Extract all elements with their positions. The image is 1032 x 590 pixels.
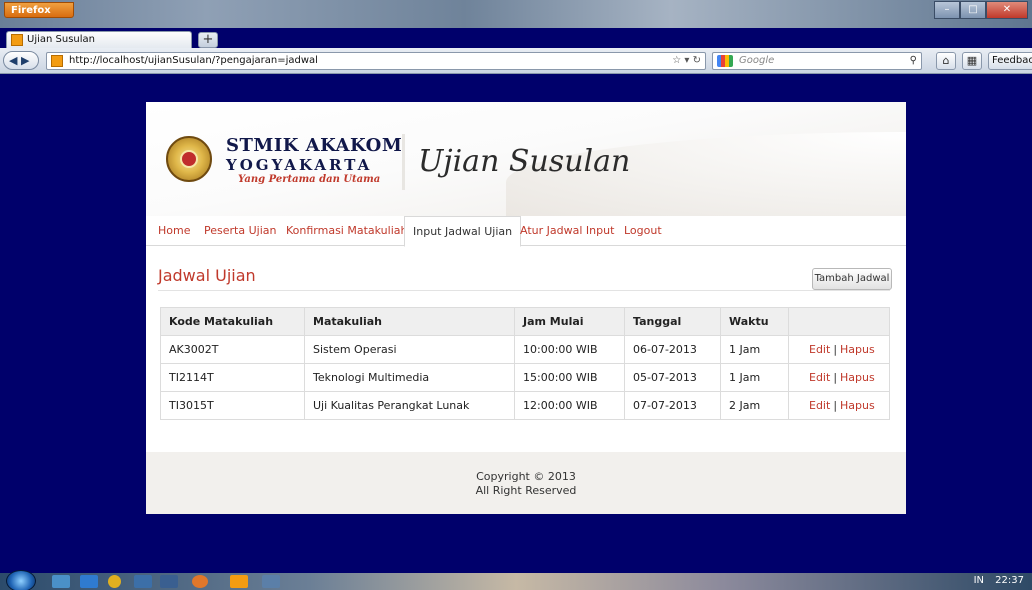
- search-icon[interactable]: ⚲: [910, 53, 917, 69]
- cell-matakuliah: Teknologi Multimedia: [304, 363, 515, 392]
- cell-waktu: 2 Jam: [720, 391, 789, 420]
- table-row: AK3002T Sistem Operasi 10:00:00 WIB 06-0…: [160, 335, 890, 364]
- header-divider: [402, 134, 405, 190]
- app3-taskbar-icon[interactable]: [262, 575, 280, 588]
- tab-title: Ujian Susulan: [27, 34, 95, 45]
- forward-arrow-icon[interactable]: ▶: [21, 54, 29, 67]
- cell-matakuliah: Sistem Operasi: [304, 335, 515, 364]
- window-controls: – □ ✕: [934, 1, 1028, 19]
- hapus-link[interactable]: Hapus: [840, 399, 875, 412]
- page-title: Jadwal Ujian: [158, 266, 256, 285]
- explorer-taskbar-icon[interactable]: [52, 575, 70, 588]
- feedback-button[interactable]: Feedback: [988, 52, 1032, 70]
- menu-peserta-ujian[interactable]: Peserta Ujian: [196, 216, 284, 246]
- cell-waktu: 1 Jam: [720, 335, 789, 364]
- site-header: STMIK AKAKOM YOGYAKARTA Yang Pertama dan…: [146, 102, 906, 216]
- col-kode: Kode Matakuliah: [160, 307, 305, 336]
- search-bar[interactable]: Google ⚲: [712, 52, 922, 70]
- jadwal-table: Kode Matakuliah Matakuliah Jam Mulai Tan…: [160, 307, 890, 420]
- col-tanggal: Tanggal: [624, 307, 721, 336]
- home-icon[interactable]: ⌂: [936, 52, 956, 70]
- site-footer: Copyright © 2013 All Right Reserved: [146, 452, 906, 514]
- app-title: Ujian Susulan: [418, 144, 631, 179]
- os-taskbar: IN 22:37: [0, 570, 1032, 590]
- table-row: TI3015T Uji Kualitas Perangkat Lunak 12:…: [160, 391, 890, 420]
- cell-actions: Edit | Hapus: [788, 335, 890, 364]
- url-text: http://localhost/ujianSusulan/?pengajara…: [69, 55, 318, 66]
- firefox-taskbar-icon[interactable]: [192, 575, 208, 588]
- page-container: STMIK AKAKOM YOGYAKARTA Yang Pertama dan…: [146, 102, 906, 514]
- chrome-taskbar-icon[interactable]: [108, 575, 121, 588]
- cell-kode: AK3002T: [160, 335, 305, 364]
- media-player-taskbar-icon[interactable]: [80, 575, 98, 588]
- brand-name: STMIK AKAKOM: [226, 135, 403, 156]
- browser-tab[interactable]: Ujian Susulan: [6, 31, 192, 49]
- language-indicator[interactable]: IN: [974, 575, 984, 586]
- xampp-taskbar-icon[interactable]: [230, 575, 248, 588]
- hapus-link[interactable]: Hapus: [840, 371, 875, 384]
- action-separator: |: [833, 399, 838, 412]
- window-titlebar: Firefox – □ ✕: [0, 0, 1032, 28]
- cell-tanggal: 06-07-2013: [624, 335, 721, 364]
- edit-link[interactable]: Edit: [809, 371, 830, 384]
- table-header-row: Kode Matakuliah Matakuliah Jam Mulai Tan…: [160, 307, 890, 336]
- cell-jam-mulai: 12:00:00 WIB: [514, 391, 625, 420]
- firefox-menu-button[interactable]: Firefox: [4, 2, 74, 18]
- google-engine-icon[interactable]: [717, 55, 733, 67]
- akakom-logo-icon: [166, 136, 212, 182]
- minimize-icon[interactable]: –: [934, 1, 960, 19]
- url-bar[interactable]: http://localhost/ujianSusulan/?pengajara…: [46, 52, 706, 70]
- cell-actions: Edit | Hapus: [788, 391, 890, 420]
- copyright-text: Copyright © 2013: [476, 470, 576, 483]
- cell-tanggal: 05-07-2013: [624, 363, 721, 392]
- search-placeholder: Google: [739, 55, 775, 66]
- tab-strip: Ujian Susulan +: [0, 28, 1032, 49]
- menu-atur-jadwal-input[interactable]: Atur Jadwal Input: [512, 216, 622, 246]
- col-matakuliah: Matakuliah: [304, 307, 515, 336]
- cell-kode: TI2114T: [160, 363, 305, 392]
- table-row: TI2114T Teknologi Multimedia 15:00:00 WI…: [160, 363, 890, 392]
- tambah-jadwal-button[interactable]: Tambah Jadwal: [812, 268, 892, 290]
- cell-tanggal: 07-07-2013: [624, 391, 721, 420]
- cell-kode: TI3015T: [160, 391, 305, 420]
- heading-divider: [158, 290, 890, 291]
- rights-text: All Right Reserved: [475, 484, 577, 497]
- new-tab-button[interactable]: +: [198, 32, 218, 48]
- app2-taskbar-icon[interactable]: [160, 575, 178, 588]
- edit-link[interactable]: Edit: [809, 399, 830, 412]
- col-waktu: Waktu: [720, 307, 789, 336]
- maximize-icon[interactable]: □: [960, 1, 986, 19]
- col-jam-mulai: Jam Mulai: [514, 307, 625, 336]
- cell-actions: Edit | Hapus: [788, 363, 890, 392]
- action-separator: |: [833, 343, 838, 356]
- cell-jam-mulai: 10:00:00 WIB: [514, 335, 625, 364]
- cell-jam-mulai: 15:00:00 WIB: [514, 363, 625, 392]
- hapus-link[interactable]: Hapus: [840, 343, 875, 356]
- brand-tagline: Yang Pertama dan Utama: [238, 174, 381, 185]
- windows-start-icon[interactable]: [6, 570, 36, 590]
- navigation-toolbar: ◀ ▶ http://localhost/ujianSusulan/?penga…: [0, 48, 1032, 74]
- menu-konfirmasi-matakuliah[interactable]: Konfirmasi Matakuliah: [278, 216, 415, 246]
- menu-input-jadwal-ujian[interactable]: Input Jadwal Ujian: [404, 216, 522, 247]
- cell-matakuliah: Uji Kualitas Perangkat Lunak: [304, 391, 515, 420]
- menu-logout[interactable]: Logout: [616, 216, 670, 246]
- system-clock[interactable]: 22:37: [995, 575, 1024, 586]
- action-separator: |: [833, 371, 838, 384]
- main-menu: Home Peserta Ujian Konfirmasi Matakuliah…: [146, 216, 906, 247]
- brand-city: YOGYAKARTA: [226, 156, 373, 174]
- close-icon[interactable]: ✕: [986, 1, 1028, 19]
- col-actions: [788, 307, 890, 336]
- edit-link[interactable]: Edit: [809, 343, 830, 356]
- favicon-icon: [11, 34, 23, 46]
- addon-bar-icon[interactable]: ▦: [962, 52, 982, 70]
- back-forward-button[interactable]: ◀ ▶: [3, 51, 39, 70]
- cell-waktu: 1 Jam: [720, 363, 789, 392]
- menu-home[interactable]: Home: [150, 216, 198, 246]
- site-favicon-icon: [51, 55, 63, 67]
- bookmark-reload-icons[interactable]: ☆ ▾ ↻: [672, 53, 701, 69]
- app-taskbar-icon[interactable]: [134, 575, 152, 588]
- back-arrow-icon[interactable]: ◀: [9, 54, 17, 67]
